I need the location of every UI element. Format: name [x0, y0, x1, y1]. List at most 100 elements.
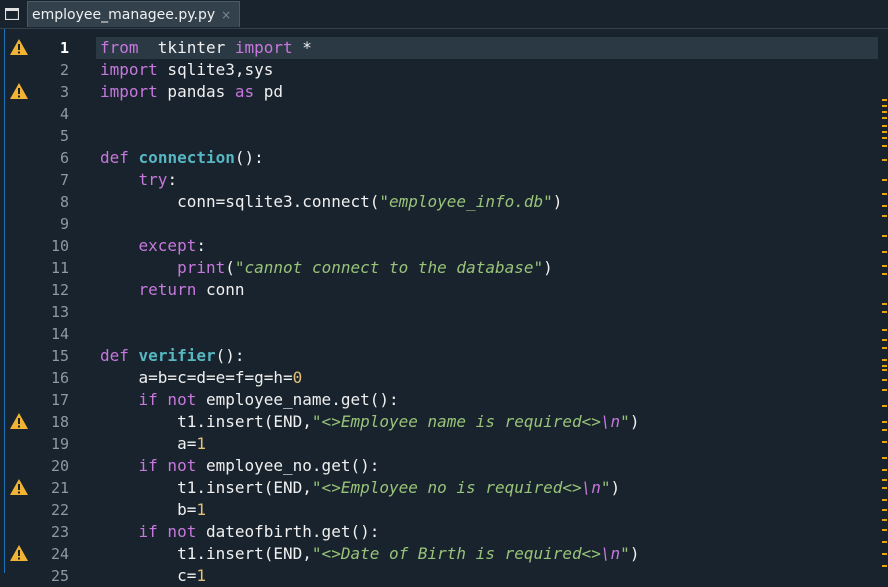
scrollbar-marker [882, 265, 887, 267]
warning-icon[interactable] [9, 412, 29, 430]
scrollbar-marker [882, 99, 887, 101]
code-line[interactable]: 20 if not employee_no.get(): [5, 455, 888, 477]
scrollbar-marker [882, 429, 887, 431]
scrollbar-marker [882, 529, 887, 531]
line-number: 13 [50, 303, 69, 321]
code-text: return conn [138, 280, 245, 299]
scrollbar-marker [882, 553, 887, 555]
code-line[interactable]: 25 c=1 [5, 565, 888, 587]
code-text: c=1 [100, 566, 206, 585]
code-line[interactable]: 14 [5, 323, 888, 345]
window-icon[interactable] [3, 5, 21, 23]
code-line[interactable]: 15 def verifier(): [5, 345, 888, 367]
code-line[interactable]: 5 [5, 125, 888, 147]
line-number: 23 [50, 523, 69, 541]
scrollbar-marker [882, 479, 887, 481]
code-text: a=1 [100, 434, 206, 453]
warning-icon[interactable] [9, 544, 29, 562]
code-text: t1.insert(END,"<>Employee no is required… [100, 478, 621, 497]
line-number: 12 [50, 281, 69, 299]
scrollbar-marker [882, 303, 887, 305]
code-line[interactable]: 4 [5, 103, 888, 125]
code-text: t1.insert(END,"<>Date of Birth is requir… [100, 544, 640, 563]
scrollbar-marker [882, 389, 887, 391]
line-number: 14 [50, 325, 69, 343]
code-line[interactable]: 10 except: [5, 235, 888, 257]
code-text: import sqlite3,sys [100, 60, 274, 79]
scrollbar-marker [882, 441, 887, 443]
warning-icon[interactable] [9, 38, 29, 56]
scrollbar-marker [882, 179, 887, 181]
line-number: 9 [59, 215, 69, 233]
code-line[interactable]: 9 [5, 213, 888, 235]
line-number: 17 [50, 391, 69, 409]
code-text: if not dateofbirth.get(): [138, 522, 380, 541]
warning-icon[interactable] [9, 478, 29, 496]
code-line[interactable]: 13 [5, 301, 888, 323]
scrollbar-marker [882, 193, 887, 195]
tab-bar: employee_managee.py.py × [0, 0, 888, 29]
scrollbar-marker [882, 421, 887, 423]
code-line[interactable]: 18 t1.insert(END,"<>Employee name is req… [5, 411, 888, 433]
code-text: conn=sqlite3.connect("employee_info.db") [100, 192, 563, 211]
code-line[interactable]: 8 conn=sqlite3.connect("employee_info.db… [5, 191, 888, 213]
editor-tab[interactable]: employee_managee.py.py × [27, 1, 240, 27]
code-line[interactable]: 6 def connection(): [5, 147, 888, 169]
code-line[interactable]: 7 try: [5, 169, 888, 191]
line-number: 11 [50, 259, 69, 277]
scrollbar-marker [882, 235, 887, 237]
close-icon[interactable]: × [221, 8, 231, 22]
code-line[interactable]: 16 a=b=c=d=e=f=g=h=0 [5, 367, 888, 389]
code-line[interactable]: 1 from tkinter import * [5, 37, 888, 59]
scrollbar-marker [882, 125, 887, 127]
line-number: 19 [50, 435, 69, 453]
code-line[interactable]: 12 return conn [5, 279, 888, 301]
scrollbar-marker [882, 273, 887, 275]
line-number: 5 [59, 127, 69, 145]
code-line[interactable]: 11 print("cannot connect to the database… [5, 257, 888, 279]
code-line[interactable]: 23 if not dateofbirth.get(): [5, 521, 888, 543]
scrollbar-marker [882, 369, 887, 371]
scrollbar-marker [882, 105, 887, 107]
scrollbar-marker [882, 145, 887, 147]
warning-icon[interactable] [9, 82, 29, 100]
line-number: 24 [50, 545, 69, 563]
line-number: 25 [50, 567, 69, 585]
line-number: 16 [50, 369, 69, 387]
code-text: t1.insert(END,"<>Employee name is requir… [100, 412, 640, 431]
line-number: 10 [50, 237, 69, 255]
code-line[interactable]: 2 import sqlite3,sys [5, 59, 888, 81]
scrollbar-marker [882, 339, 887, 341]
scrollbar-marker [882, 359, 887, 361]
scrollbar-marker [882, 329, 887, 331]
scrollbar-marker [882, 111, 887, 113]
line-number: 7 [59, 171, 69, 189]
scrollbar-marker [882, 205, 887, 207]
code-text: a=b=c=d=e=f=g=h=0 [100, 368, 303, 387]
line-number: 18 [50, 413, 69, 431]
code-line[interactable]: 21 t1.insert(END,"<>Employee no is requi… [5, 477, 888, 499]
code-line[interactable]: 24 t1.insert(END,"<>Date of Birth is req… [5, 543, 888, 565]
line-number: 21 [50, 479, 69, 497]
scrollbar-marker [882, 251, 887, 253]
scrollbar-marker [882, 131, 887, 133]
code-editor[interactable]: 1 from tkinter import * 2 import sqlite3,sy… [4, 29, 888, 585]
scrollbar-marker [882, 215, 887, 217]
scrollbar-marker [882, 159, 887, 161]
code-text: try: [138, 170, 178, 189]
scrollbar-marker [882, 137, 887, 139]
line-number: 22 [50, 501, 69, 519]
code-line[interactable]: 22 b=1 [5, 499, 888, 521]
code-line[interactable]: 3 import pandas as pd [5, 81, 888, 103]
scrollbar-marker [882, 509, 887, 511]
scrollbar-marker [882, 519, 887, 521]
scrollbar-marker [882, 311, 887, 313]
code-line[interactable]: 19 a=1 [5, 433, 888, 455]
scrollbar-marker [882, 499, 887, 501]
editor-scrollbar[interactable] [880, 29, 888, 573]
code-line[interactable]: 17 if not employee_name.get(): [5, 389, 888, 411]
scrollbar-marker [882, 117, 887, 119]
line-number: 6 [59, 149, 69, 167]
scrollbar-marker [882, 487, 887, 489]
code-text: def verifier(): [100, 346, 245, 365]
